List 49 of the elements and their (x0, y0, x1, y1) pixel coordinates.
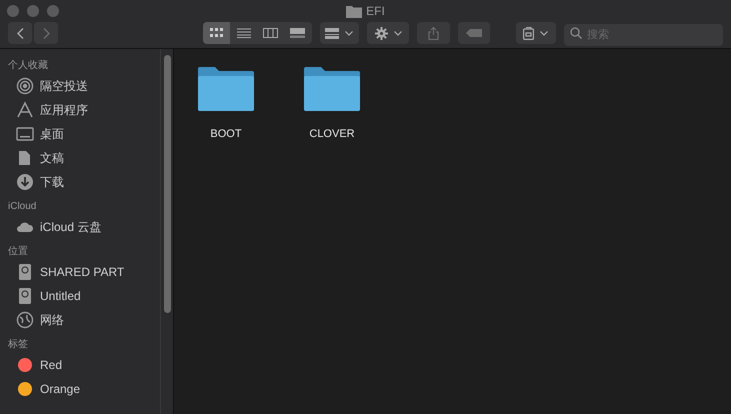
window-title: EFI (366, 3, 385, 20)
share-icon (428, 26, 439, 40)
list-view-icon (236, 28, 251, 38)
sidebar-item[interactable]: SHARED PART (8, 260, 160, 284)
folder-icon[interactable] (197, 66, 255, 112)
sidebar-heading: 个人收藏 (8, 58, 49, 73)
group-icon (325, 28, 340, 38)
download-icon (16, 173, 34, 191)
search-icon (570, 27, 582, 39)
sidebar-item[interactable]: 应用程序 (8, 98, 160, 122)
view-mode-button[interactable] (203, 22, 230, 44)
back-button[interactable] (8, 22, 32, 44)
box-icon (523, 26, 534, 40)
column-view-icon (263, 28, 278, 38)
dropbox-button[interactable] (516, 22, 556, 44)
sidebar-heading: 位置 (8, 244, 29, 259)
file-name[interactable]: BOOT (210, 126, 242, 142)
scrollbar-thumb[interactable] (164, 55, 170, 313)
airdrop-icon (16, 77, 34, 95)
folder-icon (346, 4, 362, 18)
sidebar-item[interactable]: Orange (8, 377, 160, 401)
apps-icon (16, 101, 34, 119)
sidebar-item[interactable]: 网络 (8, 308, 160, 332)
forward-icon (42, 28, 50, 38)
caret-icon (540, 30, 548, 36)
sidebar-item[interactable]: Untitled (8, 284, 160, 308)
tag-button[interactable] (458, 22, 490, 44)
sidebar-item[interactable]: 文稿 (8, 146, 160, 170)
forward-button[interactable] (34, 22, 58, 44)
share-button[interactable] (416, 22, 450, 44)
sidebar-heading: iCloud (8, 200, 38, 214)
sidebar-heading: 标签 (8, 338, 29, 352)
sidebar-item[interactable]: 隔空投送 (8, 74, 160, 98)
caret-icon (345, 30, 354, 36)
folder-icon[interactable] (303, 66, 361, 112)
file-name[interactable]: CLOVER (309, 126, 355, 142)
sidebar-item[interactable]: 桌面 (8, 122, 160, 146)
icon-view-icon (210, 28, 224, 38)
caret-icon (394, 30, 402, 36)
sidebar-item[interactable]: Red (8, 353, 160, 377)
sidebar-item[interactable]: iCloud 云盘 (8, 215, 160, 239)
desktop-icon (16, 125, 34, 143)
sidebar-item[interactable]: 下载 (8, 170, 160, 194)
back-icon (16, 28, 24, 38)
tag-icon (466, 29, 482, 37)
action-button[interactable] (367, 22, 409, 44)
gallery-view-icon (290, 28, 306, 38)
group-button[interactable] (320, 22, 360, 44)
settings-icon (374, 26, 388, 40)
